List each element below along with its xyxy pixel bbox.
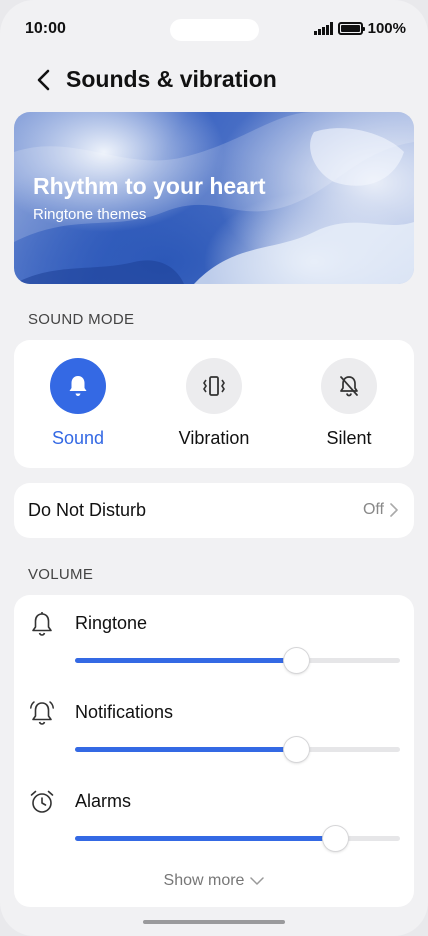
alarms-slider-fill	[75, 836, 335, 841]
ringtone-slider-fill	[75, 658, 296, 663]
bell-off-icon	[321, 358, 377, 414]
dnd-label: Do Not Disturb	[28, 500, 147, 520]
banner-title: Rhythm to your heart	[33, 173, 266, 199]
header: Sounds & vibration	[0, 60, 428, 100]
alarms-slider-thumb[interactable]	[323, 826, 348, 851]
dnd-value: Off	[362, 501, 384, 518]
back-arrow-icon[interactable]	[32, 68, 56, 92]
ringtone-slider[interactable]	[75, 648, 400, 673]
battery-percent: 100%	[367, 20, 406, 37]
banner-subtitle: Ringtone themes	[33, 206, 147, 223]
phone-screen: 10:00 100% Sounds & vibration Rhythm to …	[0, 0, 428, 936]
chevron-right-icon	[390, 503, 398, 517]
system-indicators: 100%	[313, 20, 406, 37]
signal-icon	[313, 22, 333, 35]
notifications-slider-thumb[interactable]	[284, 737, 309, 762]
sound-mode-card: Sound Vibration Silent	[14, 340, 414, 468]
ringtone-label: Ringtone	[75, 613, 148, 633]
status-time: 10:00	[25, 20, 66, 37]
volume-heading: VOLUME	[28, 566, 94, 583]
alarm-clock-icon	[30, 790, 54, 813]
mode-silent-label: Silent	[326, 428, 372, 448]
home-indicator[interactable]	[143, 920, 285, 924]
sound-mode-heading: SOUND MODE	[28, 311, 135, 328]
mode-vibration-label: Vibration	[178, 428, 250, 448]
mode-silent[interactable]: Silent	[294, 358, 404, 449]
show-more-button[interactable]: Show more	[14, 872, 414, 890]
ringtone-slider-thumb[interactable]	[284, 648, 309, 673]
vibration-icon	[186, 358, 242, 414]
bell-outline-icon	[32, 612, 52, 636]
status-bar: 10:00 100%	[0, 0, 428, 58]
page-title: Sounds & vibration	[66, 66, 277, 92]
alarms-slider[interactable]	[75, 826, 400, 851]
camera-pill	[170, 19, 259, 41]
battery-icon	[337, 22, 365, 35]
ringtone-themes-banner[interactable]: Rhythm to your heart Ringtone themes	[14, 112, 414, 284]
volume-card: Ringtone Notifications Alarms Show more	[14, 595, 414, 907]
mode-sound-label: Sound	[51, 428, 105, 448]
bell-icon	[50, 358, 106, 414]
show-more-label: Show more	[163, 872, 245, 889]
notifications-slider[interactable]	[75, 737, 400, 762]
mode-sound[interactable]: Sound	[23, 358, 133, 449]
chevron-down-icon	[250, 877, 265, 885]
notifications-label: Notifications	[75, 702, 174, 722]
mode-vibration[interactable]: Vibration	[159, 358, 269, 449]
notification-bell-icon	[30, 701, 54, 725]
dnd-status: Off	[363, 501, 398, 519]
alarms-label: Alarms	[75, 791, 132, 811]
do-not-disturb-row[interactable]: Do Not Disturb Off	[14, 483, 414, 538]
notifications-slider-fill	[75, 747, 296, 752]
